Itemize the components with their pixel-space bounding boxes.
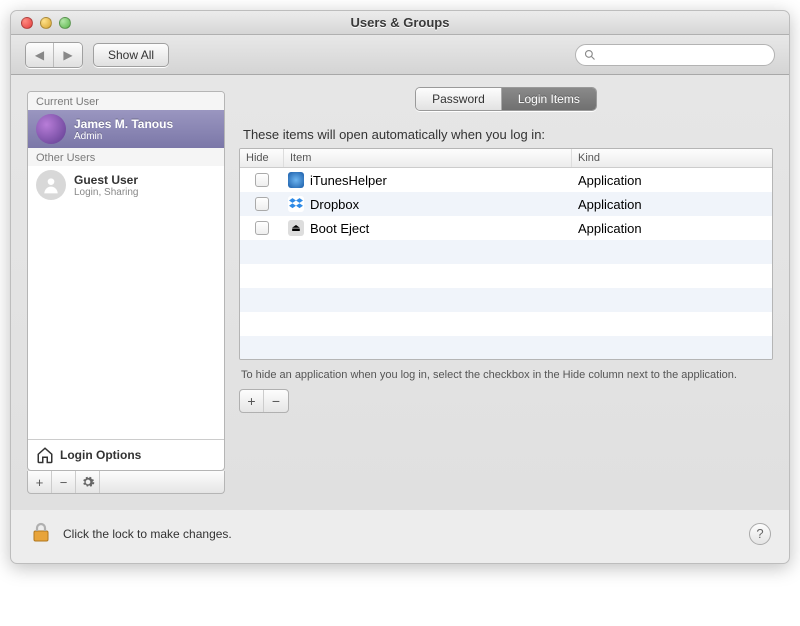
login-items-table: Hide Item Kind iTunesHelper Application … (239, 148, 773, 360)
hide-checkbox[interactable] (255, 173, 269, 187)
add-item-button[interactable]: + (240, 390, 264, 412)
tabs: Password Login Items (239, 87, 773, 111)
hint-text: To hide an application when you log in, … (241, 368, 771, 383)
table-row (240, 240, 772, 264)
other-users-header: Other Users (28, 148, 224, 166)
table-row[interactable]: iTunesHelper Application (240, 168, 772, 192)
user-role: Admin (74, 131, 173, 142)
add-remove-buttons: + − (239, 389, 289, 413)
user-name: James M. Tanous (74, 117, 173, 131)
show-all-button[interactable]: Show All (93, 43, 169, 67)
search-input[interactable] (575, 44, 775, 66)
table-row (240, 264, 772, 288)
nav-buttons: ◀ ▶ (25, 42, 83, 68)
item-kind: Application (572, 197, 772, 212)
back-button[interactable]: ◀ (26, 43, 54, 67)
boot-eject-icon: ⏏ (288, 220, 304, 236)
add-user-button[interactable]: + (28, 471, 52, 493)
lock-icon (29, 520, 53, 544)
footer: Click the lock to make changes. ? (11, 510, 789, 563)
item-name: Dropbox (310, 197, 359, 212)
user-list: Current User James M. Tanous Admin Other… (27, 91, 225, 471)
sidebar: Current User James M. Tanous Admin Other… (27, 91, 225, 494)
search-icon (584, 49, 596, 61)
action-menu-button[interactable] (76, 471, 100, 493)
table-row[interactable]: ⏏ Boot Eject Application (240, 216, 772, 240)
spacer (100, 471, 224, 493)
sidebar-edit-buttons: + − (27, 471, 225, 494)
table-row (240, 288, 772, 312)
main-panel: Password Login Items These items will op… (239, 91, 773, 494)
hide-checkbox[interactable] (255, 197, 269, 211)
help-button[interactable]: ? (749, 523, 771, 545)
itunes-icon (288, 172, 304, 188)
dropbox-icon (288, 196, 304, 212)
user-row-guest[interactable]: Guest User Login, Sharing (28, 166, 224, 204)
table-row (240, 336, 772, 360)
gear-icon (81, 475, 95, 489)
intro-text: These items will open automatically when… (243, 127, 773, 142)
item-kind: Application (572, 173, 772, 188)
lock-text: Click the lock to make changes. (63, 527, 232, 541)
remove-item-button[interactable]: − (264, 390, 288, 412)
lock-button[interactable] (29, 520, 53, 547)
user-name: Guest User (74, 173, 139, 187)
col-item[interactable]: Item (284, 149, 572, 167)
toolbar: ◀ ▶ Show All (11, 35, 789, 75)
current-user-header: Current User (28, 92, 224, 110)
window-title: Users & Groups (11, 15, 789, 30)
hide-checkbox[interactable] (255, 221, 269, 235)
remove-user-button[interactable]: − (52, 471, 76, 493)
item-name: iTunesHelper (310, 173, 387, 188)
user-row-current[interactable]: James M. Tanous Admin (28, 110, 224, 148)
avatar (36, 170, 66, 200)
titlebar: Users & Groups (11, 11, 789, 35)
item-kind: Application (572, 221, 772, 236)
forward-button[interactable]: ▶ (54, 43, 82, 67)
col-kind[interactable]: Kind (572, 149, 772, 167)
avatar (36, 114, 66, 144)
login-options-button[interactable]: Login Options (28, 439, 224, 470)
login-options-label: Login Options (60, 448, 141, 462)
table-row (240, 312, 772, 336)
col-hide[interactable]: Hide (240, 149, 284, 167)
tab-password[interactable]: Password (416, 88, 502, 110)
table-header: Hide Item Kind (240, 149, 772, 168)
home-icon (36, 446, 54, 464)
preferences-window: Users & Groups ◀ ▶ Show All Current User… (10, 10, 790, 564)
item-name: Boot Eject (310, 221, 369, 236)
tab-login-items[interactable]: Login Items (502, 88, 596, 110)
user-role: Login, Sharing (74, 187, 139, 198)
person-icon (41, 175, 61, 195)
table-row[interactable]: Dropbox Application (240, 192, 772, 216)
table-body: iTunesHelper Application Dropbox Applica… (240, 168, 772, 360)
